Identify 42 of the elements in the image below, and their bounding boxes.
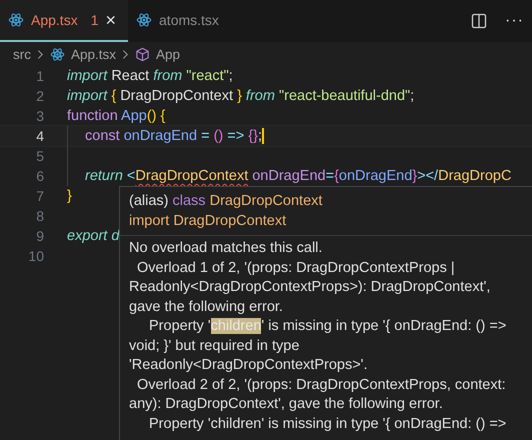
line-number: 2 (35, 88, 44, 104)
chevron-right-icon (122, 48, 130, 60)
line-number: 9 (35, 228, 44, 244)
signature-line: import DragDropContext (129, 212, 288, 231)
error-message-line: Overload 2 of 2, '(props: DragDropContextProps, context: (136, 376, 507, 394)
line-number: 7 (35, 188, 44, 204)
react-icon (50, 46, 65, 62)
error-message-line: Property 'children' is missing in type '{ onDragEnd: () => (148, 317, 508, 336)
breadcrumb-item[interactable]: App (156, 46, 180, 62)
code-line: import React from "react"; (67, 68, 233, 84)
error-message-line: any): DragDropContext', gave the following error. (129, 395, 444, 414)
more-actions-button[interactable]: ··· (505, 12, 524, 30)
error-message-line: Property 'children' is missing in type '{ onDragEnd: () => (148, 414, 508, 434)
split-editor-icon[interactable] (471, 13, 488, 29)
chevron-right-icon (37, 48, 44, 60)
react-icon (136, 12, 152, 28)
error-message-line: Overload 1 of 2, '(props: DragDropContextProps | (136, 258, 456, 278)
code-line: } (67, 188, 72, 204)
line-number: 1 (35, 68, 44, 84)
signature-line: (alias) class DragDropContext (129, 192, 324, 211)
editor-tab[interactable]: atoms.tsx (128, 0, 231, 42)
line-number: 8 (35, 208, 44, 224)
editor-tab[interactable]: App.tsx 1 × (0, 0, 128, 42)
error-message-line: gave the following error. (129, 298, 284, 316)
error-message-line: No overload matches this call. (129, 239, 324, 258)
code-line: return <DragDropContext onDragEnd={onDragEnd}></DragDropC (85, 168, 512, 184)
close-icon[interactable]: × (106, 10, 116, 30)
breadcrumb-item[interactable]: src (13, 46, 31, 62)
code-line: function App() { (67, 108, 166, 124)
cube-icon (135, 46, 150, 62)
error-message-line: Readonly<DragDropContextProps>): DragDropContext', (129, 278, 492, 297)
error-message-line: 'Readonly<DragDropContextProps>'. (129, 356, 368, 375)
line-number: 10 (27, 248, 44, 264)
code-line: const onDragEnd = () => {}; (85, 128, 262, 144)
line-number: 5 (35, 148, 44, 164)
line-number: 4 (35, 128, 44, 144)
error-message-line: void; }' but required in type (129, 336, 300, 356)
line-number: 3 (35, 108, 44, 124)
breadcrumb-item[interactable]: App.tsx (71, 46, 116, 62)
code-line: import { DragDropContext } from "react-beautiful-dnd"; (67, 88, 414, 104)
line-number: 6 (35, 168, 44, 184)
react-icon (8, 12, 24, 28)
